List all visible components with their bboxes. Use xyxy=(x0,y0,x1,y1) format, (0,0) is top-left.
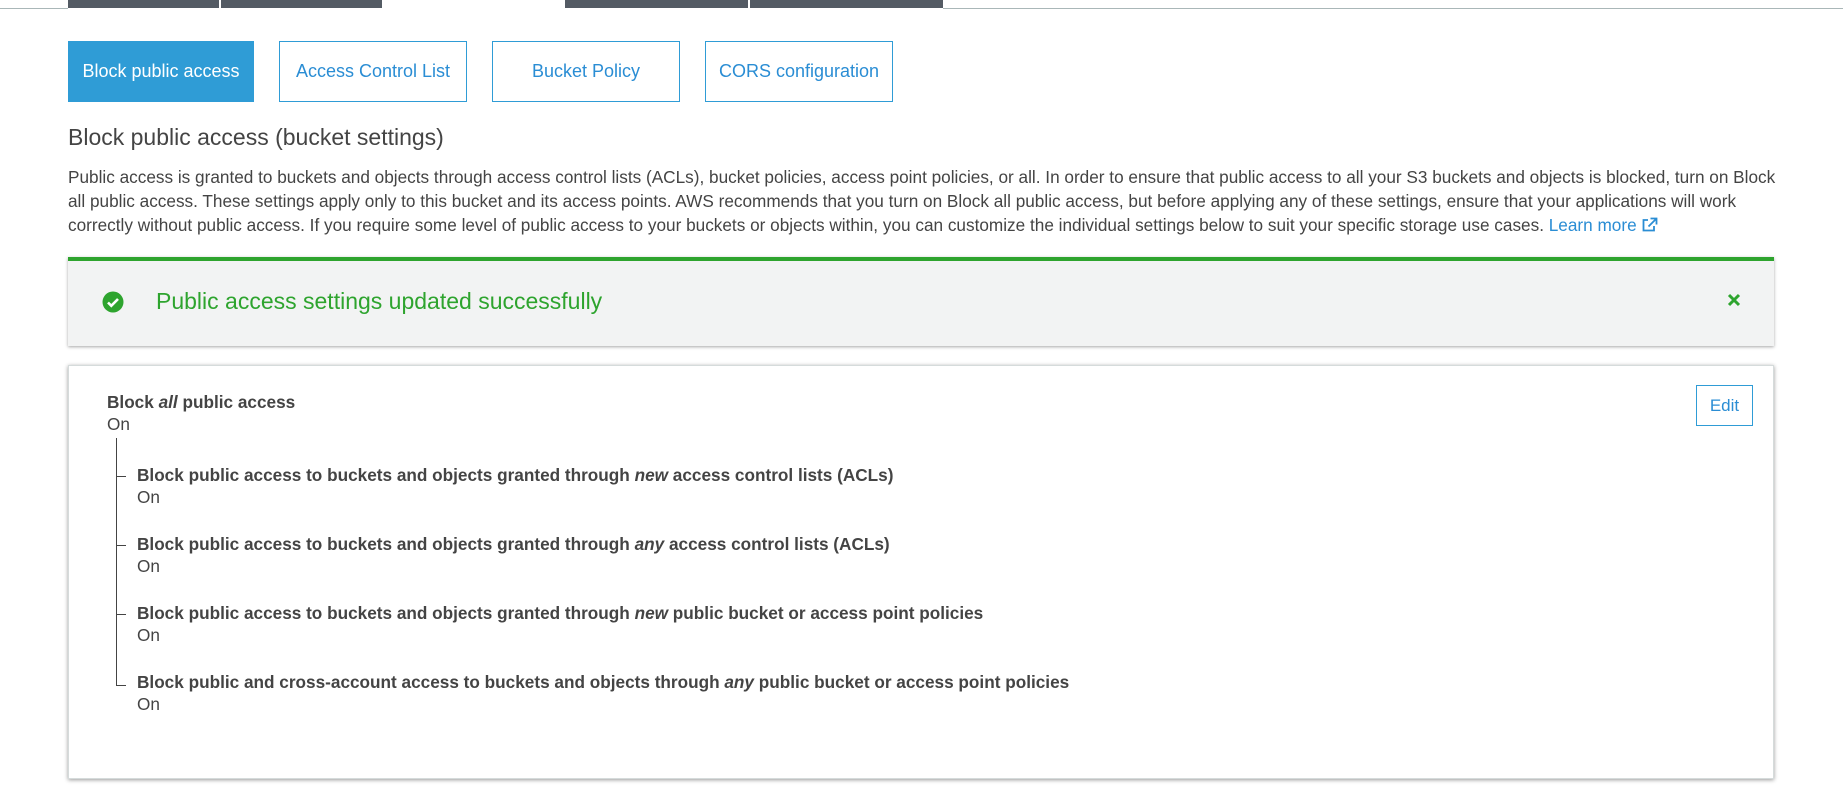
label-text: public bucket or access point policies xyxy=(754,672,1070,692)
external-link-icon xyxy=(1641,215,1658,239)
setting-any-acls-label: Block public access to buckets and objec… xyxy=(137,534,890,555)
section-title: Block public access (bucket settings) xyxy=(68,124,444,150)
setting-any-acls-value: On xyxy=(137,556,160,576)
label-text: Block public access to buckets and objec… xyxy=(137,465,635,485)
tab-block-public-access[interactable]: Block public access xyxy=(68,41,254,102)
top-tab-baseline xyxy=(943,8,1843,9)
label-emphasis: any xyxy=(724,672,754,692)
learn-more-link[interactable]: Learn more xyxy=(1549,215,1658,235)
block-all-public-access-label: Block all public access xyxy=(107,392,295,413)
tree-branch xyxy=(116,476,126,477)
top-tab-strip xyxy=(0,0,1843,9)
top-tab-divider xyxy=(219,0,221,8)
setting-any-policies-label: Block public and cross-account access to… xyxy=(137,672,1069,693)
top-tab-group-left[interactable] xyxy=(68,0,382,8)
label-emphasis: all xyxy=(158,392,178,412)
label-text: public bucket or access point policies xyxy=(668,603,984,623)
setting-new-acls-label: Block public access to buckets and objec… xyxy=(137,465,893,486)
setting-new-policies-value: On xyxy=(137,625,160,645)
top-tab-baseline xyxy=(0,8,68,9)
tab-bucket-policy[interactable]: Bucket Policy xyxy=(492,41,680,102)
check-circle-icon xyxy=(102,291,124,313)
setting-new-policies-label: Block public access to buckets and objec… xyxy=(137,603,983,624)
label-text: public access xyxy=(177,392,296,412)
label-text: Block xyxy=(107,392,159,412)
setting-new-acls-value: On xyxy=(137,487,160,507)
top-tab-group-right[interactable] xyxy=(565,0,943,8)
tree-branch xyxy=(116,545,126,546)
label-text: access control lists (ACLs) xyxy=(664,534,890,554)
label-emphasis: any xyxy=(634,534,665,554)
alert-message: Public access settings updated successfu… xyxy=(156,288,603,314)
learn-more-label: Learn more xyxy=(1548,215,1637,235)
setting-any-policies-value: On xyxy=(137,694,160,714)
close-icon[interactable] xyxy=(1720,286,1748,314)
success-alert: Public access settings updated successfu… xyxy=(68,257,1774,346)
section-description: Public access is granted to buckets and … xyxy=(68,165,1778,239)
label-text: Block public access to buckets and objec… xyxy=(137,603,635,623)
label-emphasis: new xyxy=(634,603,669,623)
label-text: access control lists (ACLs) xyxy=(668,465,894,485)
label-text: Block public access to buckets and objec… xyxy=(137,534,635,554)
label-emphasis: new xyxy=(634,465,669,485)
edit-button[interactable]: Edit xyxy=(1696,385,1753,426)
top-tab-divider xyxy=(748,0,750,8)
tab-access-control-list[interactable]: Access Control List xyxy=(279,41,467,102)
description-text: Public access is granted to buckets and … xyxy=(68,167,1776,235)
block-all-public-access-value: On xyxy=(107,414,130,434)
tree-branch xyxy=(116,614,126,615)
tab-cors-configuration[interactable]: CORS configuration xyxy=(705,41,893,102)
label-text: Block public and cross-account access to… xyxy=(137,672,725,692)
settings-panel: Edit Block all public access On Block pu… xyxy=(68,365,1774,779)
tree-branch xyxy=(116,685,126,686)
